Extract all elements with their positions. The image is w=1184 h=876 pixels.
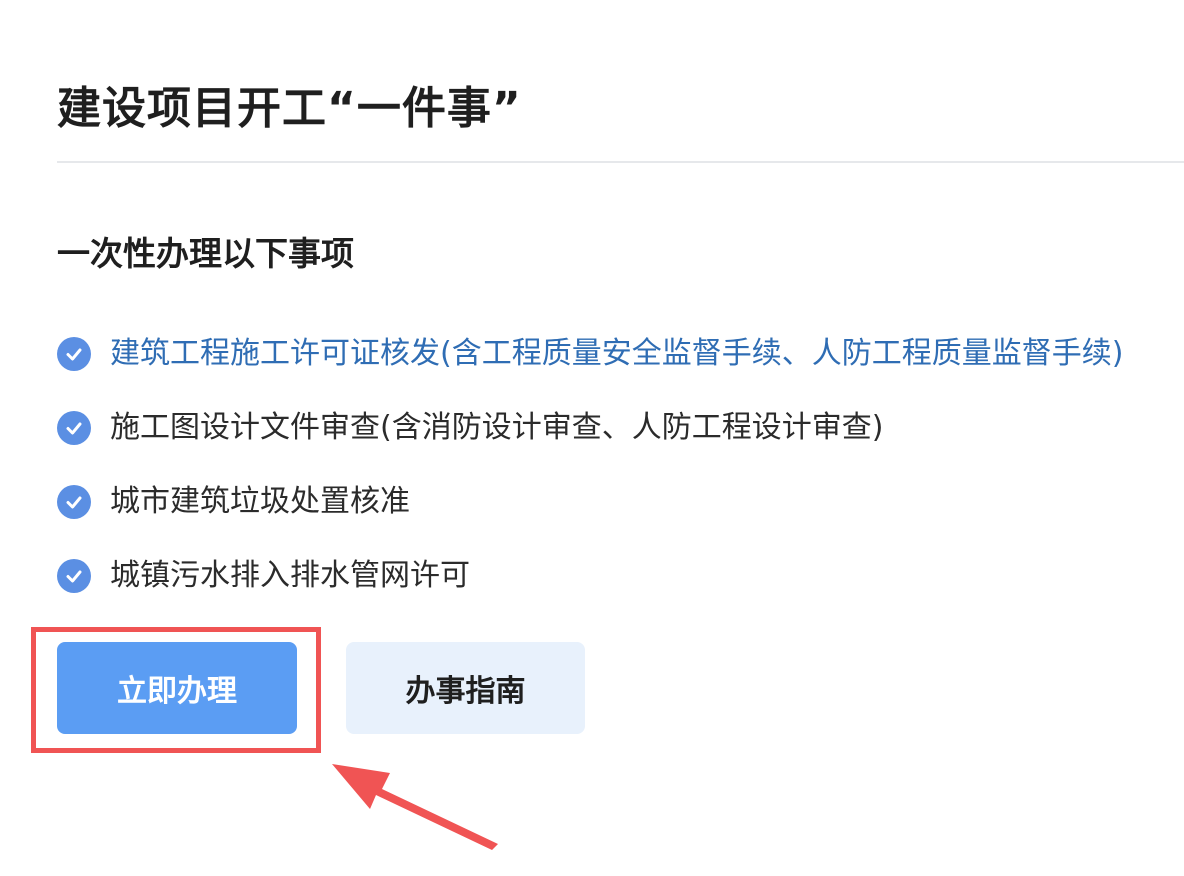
list-item-label: 城镇污水排入排水管网许可 [110, 558, 470, 593]
page-title: 建设项目开工“一件事” [57, 83, 522, 134]
arrow-pointer-icon [332, 764, 498, 850]
title-divider [57, 161, 1184, 163]
check-circle-icon [57, 337, 91, 371]
list-item: 城镇污水排入排水管网许可 [57, 550, 1167, 624]
section-title: 一次性办理以下事项 [57, 234, 354, 273]
service-guide-button[interactable]: 办事指南 [346, 642, 585, 734]
list-item[interactable]: 建筑工程施工许可证核发(含工程质量安全监督手续、人防工程质量监督手续) [57, 328, 1167, 402]
list-item-label[interactable]: 建筑工程施工许可证核发(含工程质量安全监督手续、人防工程质量监督手续) [110, 328, 1123, 380]
list-item: 城市建筑垃圾处置核准 [57, 476, 1167, 550]
matter-list: 建筑工程施工许可证核发(含工程质量安全监督手续、人防工程质量监督手续) 施工图设… [57, 328, 1167, 624]
check-circle-icon [57, 485, 91, 519]
list-item-label: 城市建筑垃圾处置核准 [110, 484, 410, 519]
list-item-label: 施工图设计文件审查(含消防设计审查、人防工程设计审查) [110, 410, 884, 445]
list-item: 施工图设计文件审查(含消防设计审查、人防工程设计审查) [57, 402, 1167, 476]
check-circle-icon [57, 559, 91, 593]
check-circle-icon [57, 411, 91, 445]
apply-now-button[interactable]: 立即办理 [57, 642, 297, 734]
